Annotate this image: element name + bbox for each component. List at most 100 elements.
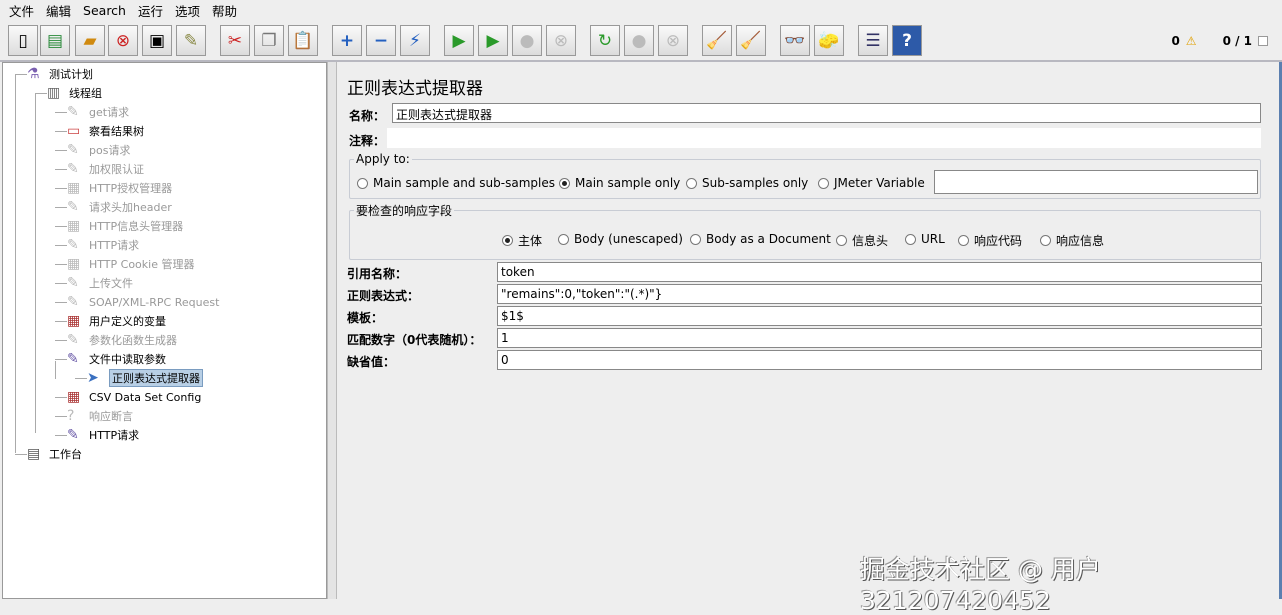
save-as-icon[interactable]: ✎	[176, 25, 206, 56]
menu-edit[interactable]: 编辑	[46, 1, 71, 20]
tree-node[interactable]: ✎ 加权限认证	[67, 160, 144, 178]
response-field-option[interactable]: Body (unescaped)	[558, 232, 683, 246]
reset-search-icon[interactable]: 🧽	[814, 25, 844, 56]
response-field-option[interactable]: URL	[905, 232, 945, 246]
tree-node[interactable]: ▥ 线程组	[47, 84, 102, 102]
config-icon: ▦	[67, 180, 81, 196]
sampler-icon: ✎	[67, 237, 79, 253]
option-label: Body as a Document	[706, 232, 831, 246]
tree-node-label: 请求头加header	[89, 201, 172, 214]
clear-icon[interactable]: 🧹	[702, 25, 732, 56]
jmeter-variable-input[interactable]	[934, 170, 1258, 194]
response-field-option[interactable]: 主体	[502, 232, 542, 249]
option-label: 信息头	[852, 234, 889, 248]
tree-node[interactable]: ? 响应断言	[67, 407, 133, 425]
radio-icon[interactable]	[357, 177, 368, 189]
tree-node-label: HTTP授权管理器	[89, 182, 173, 195]
copy-icon[interactable]: ❐	[254, 25, 284, 56]
tree-node[interactable]: ✎ 请求头加header	[67, 198, 172, 216]
clear-all-icon[interactable]: 🧹	[736, 25, 766, 56]
tree-node-label: 工作台	[49, 448, 82, 461]
comment-input[interactable]	[387, 128, 1261, 148]
warning-icon[interactable]: ⚠	[1186, 34, 1197, 48]
start-no-pause-icon[interactable]: ▶	[478, 25, 508, 56]
function-helper-icon[interactable]: ☰	[858, 25, 888, 56]
tree-node-label: 正则表达式提取器	[109, 369, 203, 387]
shutdown-icon[interactable]: ⊗	[546, 25, 576, 56]
test-plan-tree[interactable]: ⚗ 测试计划 ▥ 线程组 ✎ get请求 ▭ 察看结果树 ✎ pos请求 ✎ 加…	[2, 62, 327, 599]
field-input[interactable]: 1	[497, 328, 1262, 348]
field-label: 模板：	[347, 311, 384, 325]
tree-node[interactable]: ➤ 正则表达式提取器	[87, 369, 203, 387]
field-input[interactable]: $1$	[497, 306, 1262, 326]
response-field-legend: 要检查的响应字段	[356, 204, 453, 218]
collapse-icon[interactable]: −	[366, 25, 396, 56]
radio-icon[interactable]	[818, 177, 829, 189]
name-input[interactable]: 正则表达式提取器	[392, 103, 1261, 123]
apply-to-option[interactable]: JMeter Variable	[818, 176, 925, 190]
expand-icon[interactable]: +	[332, 25, 362, 56]
cut-icon[interactable]: ✂	[220, 25, 250, 56]
remote-stop-icon[interactable]: ●	[624, 25, 654, 56]
save-icon[interactable]: ▣	[142, 25, 172, 56]
tree-node[interactable]: ⚗ 测试计划	[27, 65, 93, 83]
radio-icon[interactable]	[690, 233, 701, 245]
tree-node[interactable]: ✎ HTTP请求	[67, 236, 139, 254]
templates-icon[interactable]: ▤	[40, 25, 70, 56]
help-icon[interactable]: ?	[892, 25, 922, 56]
field-input[interactable]: token	[497, 262, 1262, 282]
apply-to-option[interactable]: Sub-samples only	[686, 176, 808, 190]
tree-node[interactable]: ▭ 察看结果树	[67, 122, 144, 140]
tree-node[interactable]: ▤ 工作台	[27, 445, 82, 463]
close-icon[interactable]: ⊗	[108, 25, 138, 56]
menu-search[interactable]: Search	[83, 3, 126, 18]
radio-icon[interactable]	[686, 177, 697, 189]
tree-node[interactable]: ▦ HTTP Cookie 管理器	[67, 255, 194, 273]
menu-run[interactable]: 运行	[138, 1, 163, 20]
open-icon[interactable]: ▰	[75, 25, 105, 56]
radio-icon[interactable]	[958, 235, 969, 246]
field-label: 正则表达式：	[347, 289, 420, 303]
response-field-option[interactable]: Body as a Document	[690, 232, 831, 246]
split-pane-divider[interactable]	[327, 62, 337, 599]
tree-node[interactable]: ✎ 参数化函数生成器	[67, 331, 177, 349]
listener-icon: ▭	[67, 123, 81, 139]
paste-icon[interactable]: 📋	[288, 25, 318, 56]
option-label: Main sample and sub-samples	[373, 176, 555, 190]
field-input[interactable]: 0	[497, 350, 1262, 370]
response-field-option[interactable]: 响应代码	[958, 232, 1022, 249]
toggle-icon[interactable]: ⚡	[400, 25, 430, 56]
apply-to-option[interactable]: Main sample and sub-samples	[357, 176, 555, 190]
response-field-option[interactable]: 响应信息	[1040, 232, 1104, 249]
error-count: 0	[1171, 34, 1180, 48]
tree-node[interactable]: ✎ pos请求	[67, 141, 130, 159]
menu-options[interactable]: 选项	[175, 1, 200, 20]
apply-to-option[interactable]: Main sample only	[559, 176, 680, 190]
radio-icon[interactable]	[559, 177, 570, 189]
start-icon[interactable]: ▶	[444, 25, 474, 56]
remote-shutdown-icon[interactable]: ⊗	[658, 25, 688, 56]
tree-node[interactable]: ▦ 用户定义的变量	[67, 312, 166, 330]
tree-node[interactable]: ✎ 上传文件	[67, 274, 133, 292]
radio-icon[interactable]	[1040, 235, 1051, 246]
tree-node[interactable]: ✎ SOAP/XML-RPC Request	[67, 293, 219, 311]
tree-node[interactable]: ▦ CSV Data Set Config	[67, 388, 201, 406]
stop-icon[interactable]: ●	[512, 25, 542, 56]
menu-help[interactable]: 帮助	[212, 1, 237, 20]
radio-icon[interactable]	[905, 233, 916, 245]
radio-icon[interactable]	[502, 235, 513, 246]
menu-file[interactable]: 文件	[9, 1, 34, 20]
new-icon[interactable]: ▯	[8, 25, 38, 56]
tree-node[interactable]: ✎ get请求	[67, 103, 129, 121]
response-field-option[interactable]: 信息头	[836, 232, 888, 249]
tree-node[interactable]: ✎ HTTP请求	[67, 426, 139, 444]
remote-start-icon[interactable]: ↻	[590, 25, 620, 56]
radio-icon[interactable]	[558, 233, 569, 245]
radio-icon[interactable]	[836, 235, 847, 246]
tree-node[interactable]: ▦ HTTP信息头管理器	[67, 217, 183, 235]
tree-node-label: SOAP/XML-RPC Request	[89, 295, 220, 309]
tree-node[interactable]: ✎ 文件中读取参数	[67, 350, 166, 368]
search-icon[interactable]: 👓	[780, 25, 810, 56]
tree-node[interactable]: ▦ HTTP授权管理器	[67, 179, 172, 197]
field-input[interactable]: "remains":0,"token":"(.*)"}	[497, 284, 1262, 304]
